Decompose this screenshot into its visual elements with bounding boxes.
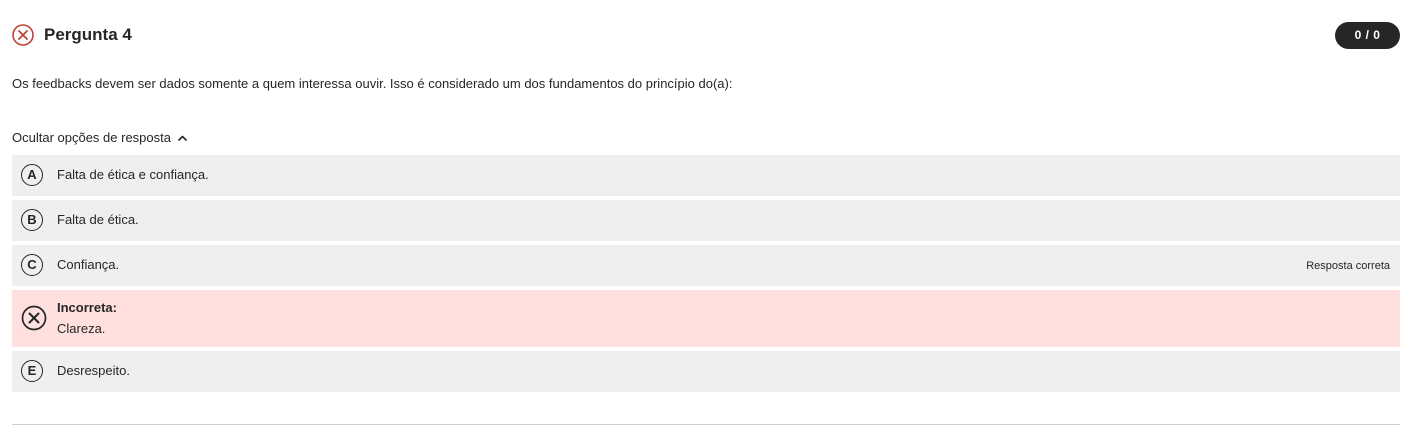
x-circle-icon (12, 24, 34, 46)
question-text: Os feedbacks devem ser dados somente a q… (12, 76, 733, 91)
option-text: Clareza. (57, 321, 106, 336)
option-letter: B (21, 209, 43, 231)
toggle-answer-options-button[interactable]: Ocultar opções de resposta (12, 129, 187, 147)
question-title: Pergunta 4 (44, 25, 132, 44)
correct-answer-tag: Resposta correta (1306, 260, 1390, 272)
answer-option-a[interactable]: A Falta de ética e confiança. (12, 155, 1400, 196)
divider (12, 424, 1400, 425)
answer-option-d[interactable]: Incorreta: Clareza. (12, 290, 1400, 347)
option-text: Confiança. (57, 257, 120, 272)
option-text: Falta de ética. (57, 212, 139, 227)
option-letter: E (21, 360, 43, 382)
incorrect-x-icon (21, 305, 47, 331)
chevron-up-icon (177, 135, 187, 141)
answer-option-c[interactable]: C Confiança. Resposta correta (12, 245, 1400, 286)
score-badge: 0 / 0 (1335, 22, 1400, 49)
option-letter: C (21, 254, 43, 276)
option-text: Desrespeito. (57, 363, 130, 378)
question-header: Pergunta 4 0 / 0 (12, 22, 1400, 49)
toggle-label: Ocultar opções de resposta (12, 130, 171, 145)
option-letter: A (21, 164, 43, 186)
answer-option-b[interactable]: B Falta de ética. (12, 200, 1400, 241)
option-text: Falta de ética e confiança. (57, 167, 209, 182)
incorrect-label: Incorreta: (57, 300, 117, 315)
answer-option-e[interactable]: E Desrespeito. (12, 351, 1400, 392)
